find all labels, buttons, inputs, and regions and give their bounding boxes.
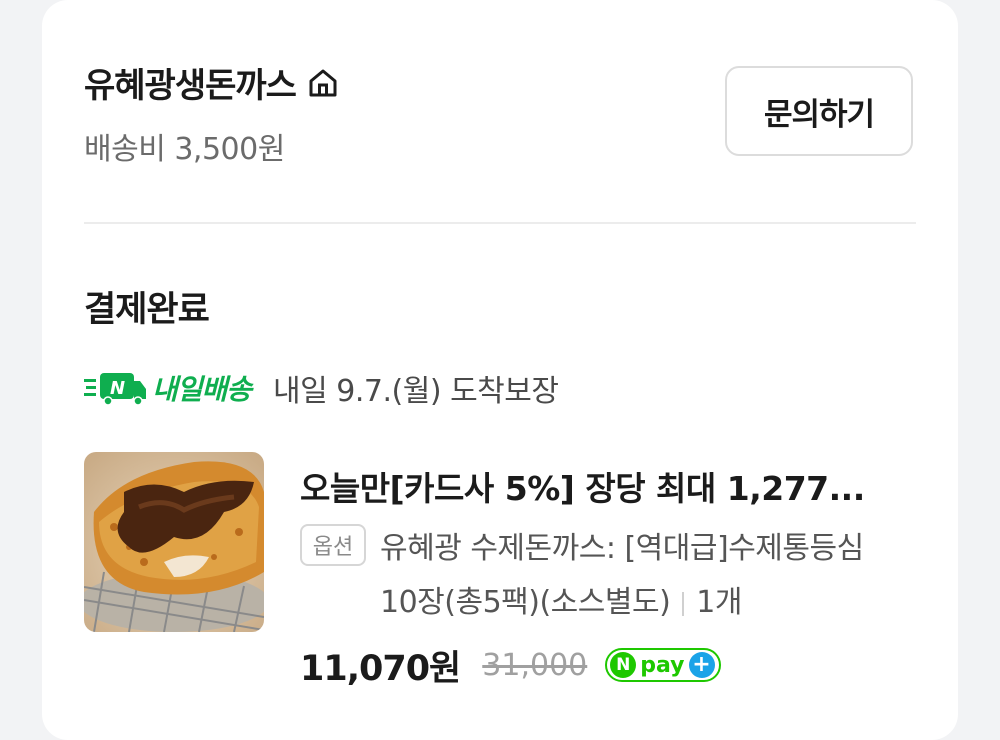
original-price: 31,000 <box>482 647 588 683</box>
price-row: 11,070원 31,000 N pay + <box>300 640 721 690</box>
delivery-fee: 배송비 3,500원 <box>84 132 285 167</box>
delivery-eta: 내일 9.7.(월) 도착보장 <box>273 374 559 409</box>
order-card: 유혜광생돈까스 배송비 3,500원 문의하기 결제완료 N 내일배송 내일 9… <box>42 0 958 740</box>
order-status: 결제완료 <box>84 290 210 330</box>
tomorrow-delivery-badge: N 내일배송 <box>84 368 252 408</box>
npay-plus-badge: N pay + <box>605 648 721 682</box>
store-name-label: 유혜광생돈까스 <box>84 66 297 106</box>
inquiry-button[interactable]: 문의하기 <box>725 66 913 156</box>
truck-n-icon: N <box>84 373 146 406</box>
tonkatsu-image <box>84 452 264 632</box>
store-name[interactable]: 유혜광생돈까스 <box>84 58 340 107</box>
option-tag: 옵션 <box>300 524 366 566</box>
shipping-row: N 내일배송 내일 9.7.(월) 도착보장 <box>84 366 559 410</box>
product-thumbnail[interactable] <box>84 452 264 632</box>
sale-price: 11,070원 <box>300 648 461 689</box>
tomorrow-delivery-label: 내일배송 <box>152 373 252 406</box>
divider <box>84 222 916 224</box>
npay-n-icon: N <box>610 652 637 678</box>
npay-label: pay <box>640 652 685 678</box>
separator <box>682 591 685 616</box>
home-icon[interactable] <box>306 66 340 100</box>
option-text: 유혜광 수제돈까스: [역대급]수제통등심10장(총5팩)(소스별도) 1개 <box>380 522 900 630</box>
svg-text:N: N <box>110 378 125 399</box>
plus-icon: + <box>688 652 715 678</box>
option-description: 유혜광 수제돈까스: [역대급]수제통등심10장(총5팩)(소스별도) <box>380 531 864 620</box>
quantity: 1개 <box>696 585 742 620</box>
product-title[interactable]: 오늘만[카드사 5%] 장당 최대 1,277... <box>300 462 920 510</box>
